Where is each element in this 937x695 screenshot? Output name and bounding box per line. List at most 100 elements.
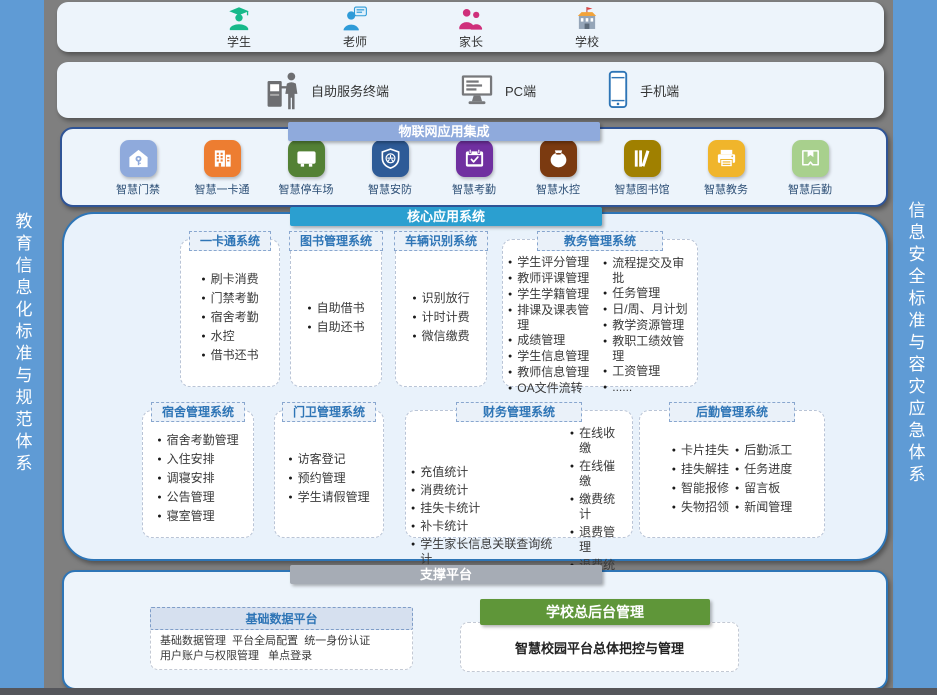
- system-box-title: 门卫管理系统: [282, 402, 376, 422]
- feature-item: 借书还书: [201, 348, 258, 363]
- feature-item: 流程提交及审批: [603, 256, 692, 285]
- feature-item: 调寝安排: [157, 471, 238, 486]
- system-box: 宿舍管理系统宿舍考勤管理入住安排调寝安排公告管理寝室管理: [142, 410, 254, 538]
- system-box: 车辆识别系统识别放行计时计费微信缴费: [395, 239, 487, 387]
- core-systems-row-1: 一卡通系统刷卡消费门禁考勤宿舍考勤水控借书还书图书管理系统自助借书自助还书车辆识…: [64, 239, 886, 387]
- feature-item: 退费管理: [570, 525, 627, 555]
- feature-item: 识别放行: [412, 291, 469, 306]
- system-box: 教务管理系统学生评分管理教师评课管理学生学籍管理排课及课表管理成绩管理学生信息管…: [502, 239, 698, 387]
- school-admin-box: 智慧校园平台总体把控与管理: [460, 622, 739, 672]
- system-box: 门卫管理系统访客登记预约管理学生请假管理: [274, 410, 384, 538]
- school-admin-desc: 智慧校园平台总体把控与管理: [515, 638, 684, 657]
- system-box-title: 图书管理系统: [289, 231, 383, 251]
- iot-app-label: 智慧停车场: [279, 181, 334, 197]
- feature-item: 微信缴费: [412, 329, 469, 344]
- security-icon: [372, 140, 409, 177]
- attendance-icon: [456, 140, 493, 177]
- school-icon: [574, 5, 600, 32]
- feature-item: 任务进度: [735, 462, 792, 477]
- iot-app-label: 智慧图书馆: [615, 181, 670, 197]
- feature-item: 刷卡消费: [201, 272, 258, 287]
- feature-item: 寝室管理: [157, 509, 238, 524]
- system-box-features: 自助借书自助还书: [291, 251, 381, 386]
- feature-item: 补卡统计: [411, 519, 564, 534]
- water-icon: [540, 140, 577, 177]
- iot-app-3: 智慧停车场: [264, 140, 348, 197]
- feature-item: 卡片挂失: [672, 443, 729, 458]
- user-role-label: 学生: [227, 33, 251, 50]
- system-box-features: 学生评分管理教师评课管理学生学籍管理排课及课表管理成绩管理学生信息管理教师信息管…: [503, 251, 697, 402]
- iot-band-header: 物联网应用集成: [288, 122, 600, 141]
- iot-app-8: 智慧教务: [684, 140, 768, 197]
- core-applications-band: 核心应用系统 一卡通系统刷卡消费门禁考勤宿舍考勤水控借书还书图书管理系统自助借书…: [62, 212, 888, 561]
- system-box: 图书管理系统自助借书自助还书: [290, 239, 382, 387]
- base-data-platform-title: 基础数据平台: [150, 607, 413, 630]
- base-platform-line-2: 用户账户与权限管理 单点登录: [160, 649, 403, 664]
- card-icon: [204, 140, 241, 177]
- feature-item: 挂失卡统计: [411, 501, 564, 516]
- feature-item: 教学资源管理: [603, 318, 692, 333]
- terminal-label: 手机端: [640, 81, 679, 100]
- left-banner-text: 教育信息化标准与规范体系: [10, 212, 35, 476]
- support-platform-band: 支撑平台 基础数据平台 基础数据管理 平台全局配置 统一身份认证 用户账户与权限…: [62, 570, 888, 690]
- feature-item: 充值统计: [411, 465, 564, 480]
- feature-item: 工资管理: [603, 364, 692, 379]
- user-roles-band: 学生老师家长学校: [57, 2, 884, 52]
- bottom-strip: [0, 688, 937, 695]
- feature-item: ......: [603, 380, 692, 395]
- system-box-title: 车辆识别系统: [394, 231, 488, 251]
- feature-item: 在线催缴: [570, 459, 627, 489]
- feature-item: 留言板: [735, 481, 792, 496]
- iot-app-label: 智慧考勤: [452, 181, 496, 197]
- iot-app-7: 智慧图书馆: [600, 140, 684, 197]
- right-standards-banner: 信息安全标准与容灾应急体系: [893, 0, 937, 688]
- pc-icon: [459, 73, 495, 107]
- feature-item: 门禁考勤: [201, 291, 258, 306]
- feature-item: 挂失解挂: [672, 462, 729, 477]
- library-icon: [624, 140, 661, 177]
- system-box-features: 宿舍考勤管理入住安排调寝安排公告管理寝室管理: [143, 422, 253, 537]
- system-box-features: 访客登记预约管理学生请假管理: [275, 422, 383, 537]
- system-box-features: 卡片挂失挂失解挂智能报修失物招领后勤派工任务进度留言板新闻管理: [640, 422, 824, 537]
- terminals-row: 自助服务终端 PC端 手机端: [57, 62, 884, 118]
- iot-app-label: 智慧教务: [704, 181, 748, 197]
- user-role-label: 老师: [343, 33, 367, 50]
- iot-app-label: 智慧门禁: [116, 181, 160, 197]
- feature-item: 学生评分管理: [508, 255, 597, 270]
- user-roles-row: 学生老师家长学校: [57, 2, 884, 52]
- logistics-icon: [792, 140, 829, 177]
- feature-item: 学生家长信息关联查询统计: [411, 537, 564, 567]
- feature-item: 后勤派工: [735, 443, 792, 458]
- system-box-features: 识别放行计时计费微信缴费: [396, 251, 486, 386]
- core-systems-row-2: 宿舍管理系统宿舍考勤管理入住安排调寝安排公告管理寝室管理门卫管理系统访客登记预约…: [64, 410, 886, 538]
- iot-app-label: 智慧安防: [368, 181, 412, 197]
- feature-item: 学生请假管理: [288, 490, 369, 505]
- feature-item: 自助还书: [307, 320, 364, 335]
- iot-app-label: 智慧水控: [536, 181, 580, 197]
- feature-item: 缴费统计: [570, 492, 627, 522]
- teacher-icon: [342, 5, 368, 32]
- user-role-3: 家长: [439, 5, 503, 50]
- right-banner-text: 信息安全标准与容灾应急体系: [903, 201, 928, 487]
- feature-item: 自助借书: [307, 301, 364, 316]
- system-box: 一卡通系统刷卡消费门禁考勤宿舍考勤水控借书还书: [180, 239, 280, 387]
- feature-item: 教师评课管理: [508, 271, 597, 286]
- iot-app-label: 智慧一卡通: [195, 181, 250, 197]
- system-box-title: 宿舍管理系统: [151, 402, 245, 422]
- door-access-icon: [120, 140, 157, 177]
- left-standards-banner: 教育信息化标准与规范体系: [0, 0, 44, 688]
- terminal-2: PC端: [459, 73, 536, 107]
- terminal-label: PC端: [505, 81, 536, 100]
- feature-item: 日/周、月计划: [603, 302, 692, 317]
- parents-icon: [458, 5, 484, 32]
- student-icon: [226, 5, 252, 32]
- terminal-label: 自助服务终端: [311, 81, 389, 100]
- feature-item: 学生信息管理: [508, 349, 597, 364]
- iot-app-label: 智慧后勤: [788, 181, 832, 197]
- system-box-features: 刷卡消费门禁考勤宿舍考勤水控借书还书: [181, 251, 279, 386]
- feature-item: 入住安排: [157, 452, 238, 467]
- feature-item: 智能报修: [672, 481, 729, 496]
- iot-applications-band: 物联网应用集成 智慧门禁智慧一卡通智慧停车场智慧安防智慧考勤智慧水控智慧图书馆智…: [60, 127, 888, 207]
- feature-item: OA文件流转: [508, 381, 597, 396]
- system-box-title: 教务管理系统: [537, 231, 663, 251]
